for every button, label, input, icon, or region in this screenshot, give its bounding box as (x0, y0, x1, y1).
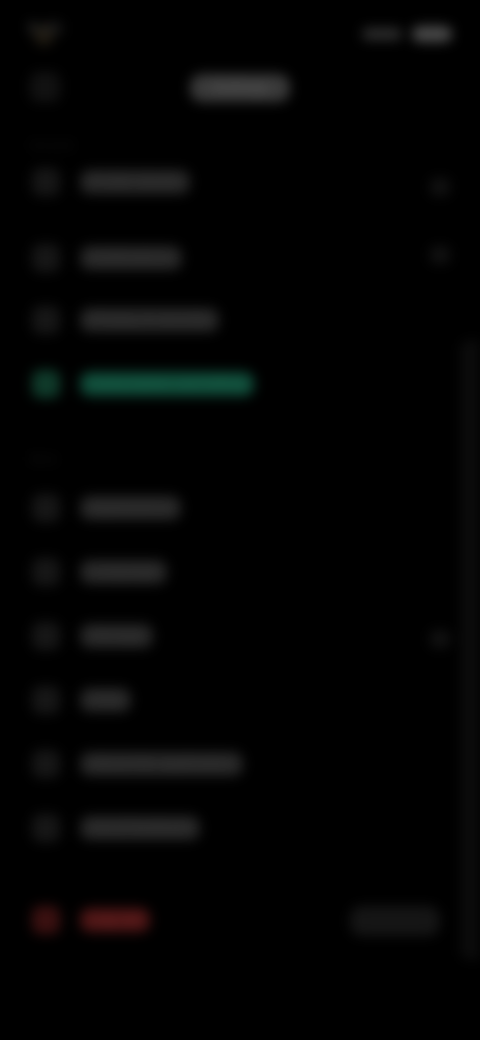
settings-item-storage[interactable]: Storage (20, 614, 460, 658)
chevron-right-icon (430, 630, 450, 648)
settings-item-appearance[interactable]: Appearance (20, 486, 460, 530)
settings-item-label: Send feedback (80, 816, 201, 840)
page-title: Settings (190, 74, 290, 102)
message-icon (32, 814, 60, 842)
settings-item-privacy[interactable]: Privacy & security (20, 298, 460, 342)
settings-item-label: Help (80, 688, 131, 712)
settings-item-label: Appearance (80, 496, 181, 520)
globe-icon (32, 558, 60, 586)
database-icon (32, 622, 60, 650)
palette-icon (32, 494, 60, 522)
settings-item-label: About this application (80, 752, 243, 776)
bell-icon (32, 244, 60, 272)
settings-item-label: Subscription and billing (80, 372, 255, 396)
settings-item-label: Notifications (80, 246, 182, 270)
secondary-button[interactable] (350, 906, 440, 936)
signal-icon (362, 28, 402, 40)
status-bar: 9:41 (0, 12, 480, 52)
settings-item-label: Profile details (80, 170, 191, 194)
section-label-more: More (30, 452, 58, 466)
shield-icon (32, 306, 60, 334)
settings-item-notifications[interactable]: Notifications (20, 236, 460, 280)
header: Settings (0, 58, 480, 118)
settings-item-profile[interactable]: Profile details (20, 160, 460, 204)
info-icon (32, 750, 60, 778)
settings-item-label: Language (80, 560, 167, 584)
settings-item-label: Privacy & security (80, 308, 220, 332)
user-icon (32, 168, 60, 196)
back-button[interactable] (30, 72, 60, 102)
side-panel (460, 340, 480, 960)
status-time: 9:41 (28, 20, 65, 37)
help-icon (32, 686, 60, 714)
chevron-right-icon (430, 178, 450, 196)
screen: 9:41 Settings Account Profile details No… (0, 0, 480, 1040)
settings-item-about[interactable]: About this application (20, 742, 460, 786)
battery-icon (412, 26, 452, 42)
chevron-right-icon (430, 246, 450, 264)
settings-item-feedback[interactable]: Send feedback (20, 806, 460, 850)
settings-item-language[interactable]: Language (20, 550, 460, 594)
settings-item-help[interactable]: Help (20, 678, 460, 722)
logout-icon (32, 906, 60, 934)
settings-item-label: Storage (80, 624, 153, 648)
card-icon (32, 370, 60, 398)
status-icons (342, 20, 452, 46)
section-label-account: Account (30, 138, 74, 152)
settings-item-subscription[interactable]: Subscription and billing (20, 362, 460, 406)
logout-label: Log out (80, 908, 151, 932)
